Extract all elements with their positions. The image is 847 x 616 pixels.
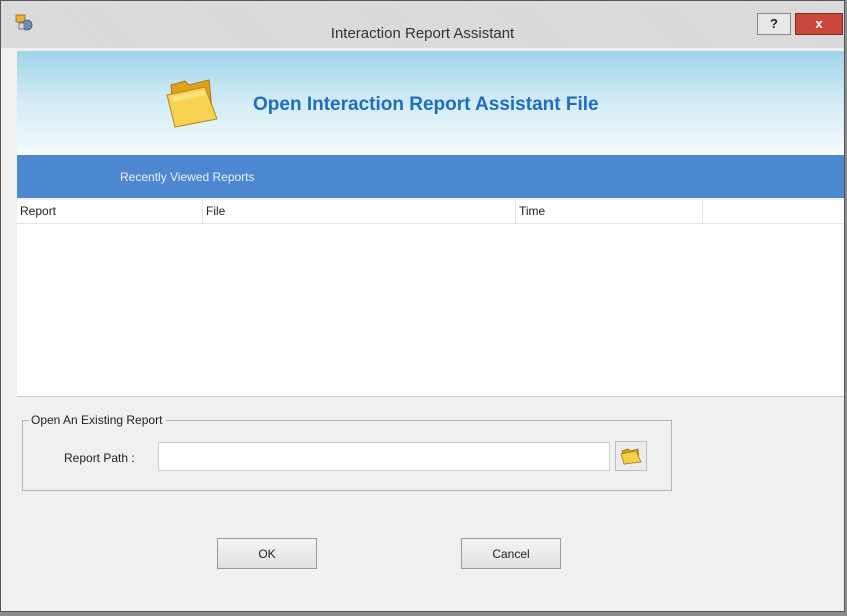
column-header-extra[interactable] bbox=[703, 200, 844, 223]
window-title: Interaction Report Assistant bbox=[330, 25, 515, 42]
browse-button[interactable] bbox=[615, 441, 647, 471]
recent-reports-label: Recently Viewed Reports bbox=[120, 170, 255, 184]
close-button[interactable]: x bbox=[795, 13, 843, 35]
banner-title: Open Interaction Report Assistant File bbox=[253, 94, 599, 115]
column-header-time[interactable]: Time bbox=[516, 200, 703, 223]
cancel-button[interactable]: Cancel bbox=[461, 538, 561, 569]
recent-reports-header: Recently Viewed Reports bbox=[17, 155, 844, 198]
ok-button[interactable]: OK bbox=[217, 538, 317, 569]
dialog-window: Interaction Report Assistant ? x Open In… bbox=[0, 0, 845, 612]
report-path-label: Report Path : bbox=[64, 451, 135, 465]
recent-reports-table[interactable]: Report File Time bbox=[17, 200, 844, 397]
help-button[interactable]: ? bbox=[757, 13, 791, 35]
header-banner: Open Interaction Report Assistant File bbox=[17, 51, 844, 155]
folder-icon bbox=[620, 448, 642, 465]
open-existing-report-legend: Open An Existing Report bbox=[29, 413, 167, 427]
column-header-file[interactable]: File bbox=[203, 200, 516, 223]
table-header: Report File Time bbox=[17, 200, 844, 224]
column-header-report[interactable]: Report bbox=[17, 200, 203, 223]
title-bar[interactable]: Interaction Report Assistant ? x bbox=[1, 1, 844, 48]
report-path-input[interactable] bbox=[158, 442, 610, 471]
folder-icon bbox=[166, 79, 218, 128]
